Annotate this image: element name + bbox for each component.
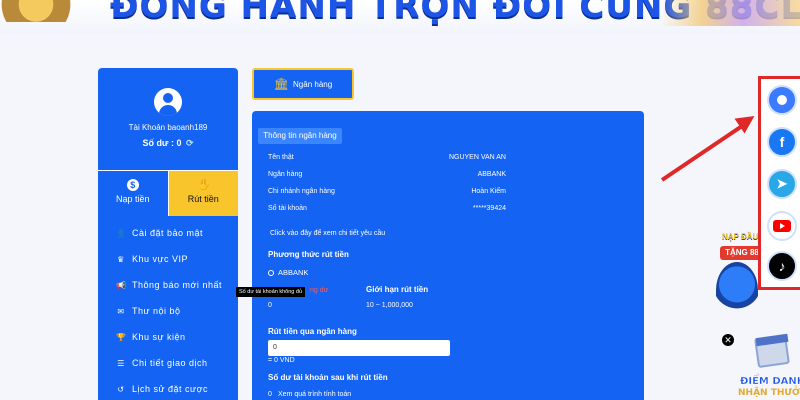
limit-title: Giới hạn rút tiền	[366, 285, 429, 294]
highlight-arrow	[660, 124, 743, 182]
balance: Số dư : 0 ⟳	[98, 138, 238, 149]
info-row-bank: Ngân hàng ABBANK	[268, 171, 506, 178]
mail-icon: ✉	[117, 306, 125, 316]
bank-icon: 🏛	[273, 77, 290, 91]
sidebar-item-label: Chi tiết giao dịch	[132, 358, 208, 368]
sidebar-item-label: Thư nội bộ	[132, 306, 181, 316]
daily-line2: NHẬN THƯỞNG	[738, 388, 800, 398]
sidebar-item-events[interactable]: 🏆 Khu sự kiện	[98, 324, 238, 350]
withdraw-panel: Thông tin ngân hàng Tên thật NGUYEN VAN …	[252, 111, 644, 400]
support-icon[interactable]	[767, 85, 797, 115]
sidebar-menu: 👤 Cài đặt bảo mật ♛ Khu vực VIP 📢 Thông báo…	[98, 220, 238, 400]
banner-decoration-right	[660, 0, 800, 26]
balance-value: 0	[176, 138, 182, 148]
history-icon: ↺	[117, 384, 125, 394]
account-name: Tài Khoản baoanh189	[98, 123, 238, 132]
wallet-actions: $ Nạp tiền ✋ Rút tiền	[98, 170, 238, 216]
daily-line1: ĐIỂM DANH	[740, 376, 800, 387]
after-balance-value: 0	[268, 391, 272, 398]
method-option-label: ABBANK	[278, 268, 309, 277]
telegram-icon[interactable]: ➤	[767, 169, 797, 199]
tiktok-icon[interactable]: ♪	[767, 251, 797, 281]
account-label: Tài Khoản	[128, 123, 166, 132]
refresh-icon[interactable]: ⟳	[186, 138, 194, 148]
dollar-icon: $	[126, 179, 139, 191]
detail-link[interactable]: Click vào đây để xem chi tiết yêu cầu	[270, 230, 385, 237]
amount-hint: = 0 VND	[268, 357, 295, 364]
info-label: Ngân hàng	[268, 171, 303, 178]
deposit-label: Nạp tiền	[115, 194, 150, 204]
bank-info-header: Thông tin ngân hàng	[258, 128, 342, 144]
sidebar-item-transactions[interactable]: ☰ Chi tiết giao dịch	[98, 350, 238, 376]
sidebar-item-label: Khu vực VIP	[132, 254, 189, 264]
method-title: Phương thức rút tiền	[268, 250, 349, 259]
sidebar-item-label: Lịch sử đặt cược	[132, 384, 208, 394]
tab-bank[interactable]: 🏛 Ngân hàng	[252, 68, 354, 100]
youtube-icon[interactable]	[767, 211, 797, 241]
info-label: Chi nhánh ngân hàng	[268, 188, 335, 195]
promo-banner[interactable]: NẠP ĐẦU TẶNG 88	[712, 232, 764, 324]
info-value: *****39424	[472, 205, 506, 212]
bank-withdraw-title: Rút tiền qua ngân hàng	[268, 327, 357, 336]
amount-input[interactable]: 0	[268, 340, 450, 356]
limit-value: 10 ~ 1,000,000	[366, 302, 413, 309]
withdraw-button[interactable]: ✋ Rút tiền	[168, 171, 238, 216]
daily-checkin[interactable]: ✕ ĐIỂM DANH NHẬN THƯỞNG	[722, 332, 800, 400]
deposit-button[interactable]: $ Nạp tiền	[98, 171, 169, 216]
info-value: ABBANK	[477, 171, 506, 178]
promo-line1: NẠP ĐẦU	[722, 232, 759, 241]
top-banner: ĐỒNG HÀNH TRỌN ĐỜI CÙNG 88CLB	[0, 0, 800, 34]
calc-link[interactable]: Xem quá trình tính toán	[278, 391, 351, 398]
info-label: Số tài khoản	[268, 205, 307, 212]
sidebar-item-notifications[interactable]: 📢 Thông báo mới nhất	[98, 272, 238, 298]
sidebar-item-security[interactable]: 👤 Cài đặt bảo mật	[98, 220, 238, 246]
available-balance: 0	[268, 302, 272, 309]
sidebar-item-inbox[interactable]: ✉ Thư nội bộ	[98, 298, 238, 324]
info-value: Hoàn Kiếm	[471, 188, 506, 195]
list-icon: ☰	[117, 358, 125, 368]
social-bar: f ➤ ♪	[758, 76, 800, 290]
tab-label: Ngân hàng	[293, 79, 333, 89]
close-icon[interactable]: ✕	[722, 334, 734, 346]
user-icon: 👤	[116, 228, 127, 238]
trophy-icon: 🏆	[116, 332, 127, 342]
info-row-account: Số tài khoản *****39424	[268, 205, 506, 212]
account-sidebar: Tài Khoản baoanh189 Số dư : 0 ⟳ $ Nạp ti…	[98, 68, 238, 400]
insufficient-balance-tooltip: Số dư tài khoản không đủ	[236, 287, 306, 297]
info-value: NGUYEN VAN AN	[448, 154, 506, 161]
sidebar-item-bet-history[interactable]: ↺ Lịch sử đặt cược	[98, 376, 238, 400]
balance-label-partial: ng dư	[310, 287, 329, 294]
radio-icon	[268, 270, 274, 277]
hand-money-icon: ✋	[197, 179, 211, 191]
megaphone-icon: 📢	[116, 280, 127, 290]
vip-icon: ♛	[117, 254, 125, 264]
method-option-abbank[interactable]: ABBANK	[268, 268, 308, 277]
info-label: Tên thật	[268, 154, 294, 161]
avatar-icon	[154, 88, 182, 116]
withdraw-label: Rút tiền	[187, 194, 219, 204]
balance-label: Số dư :	[142, 138, 174, 148]
sidebar-item-label: Khu sự kiện	[132, 332, 186, 342]
username: baoanh189	[167, 123, 208, 132]
banner-decoration	[0, 0, 90, 22]
sidebar-item-label: Thông báo mới nhất	[132, 280, 222, 290]
after-balance-title: Số dư tài khoản sau khi rút tiền	[268, 373, 388, 382]
sidebar-item-label: Cài đặt bảo mật	[132, 228, 204, 238]
mascot-image	[716, 262, 758, 318]
info-row-branch: Chi nhánh ngân hàng Hoàn Kiếm	[268, 188, 506, 195]
sidebar-item-vip[interactable]: ♛ Khu vực VIP	[98, 246, 238, 272]
info-row-name: Tên thật NGUYEN VAN AN	[268, 154, 506, 161]
facebook-icon[interactable]: f	[767, 127, 797, 157]
profile-card: Tài Khoản baoanh189 Số dư : 0 ⟳	[98, 68, 238, 170]
